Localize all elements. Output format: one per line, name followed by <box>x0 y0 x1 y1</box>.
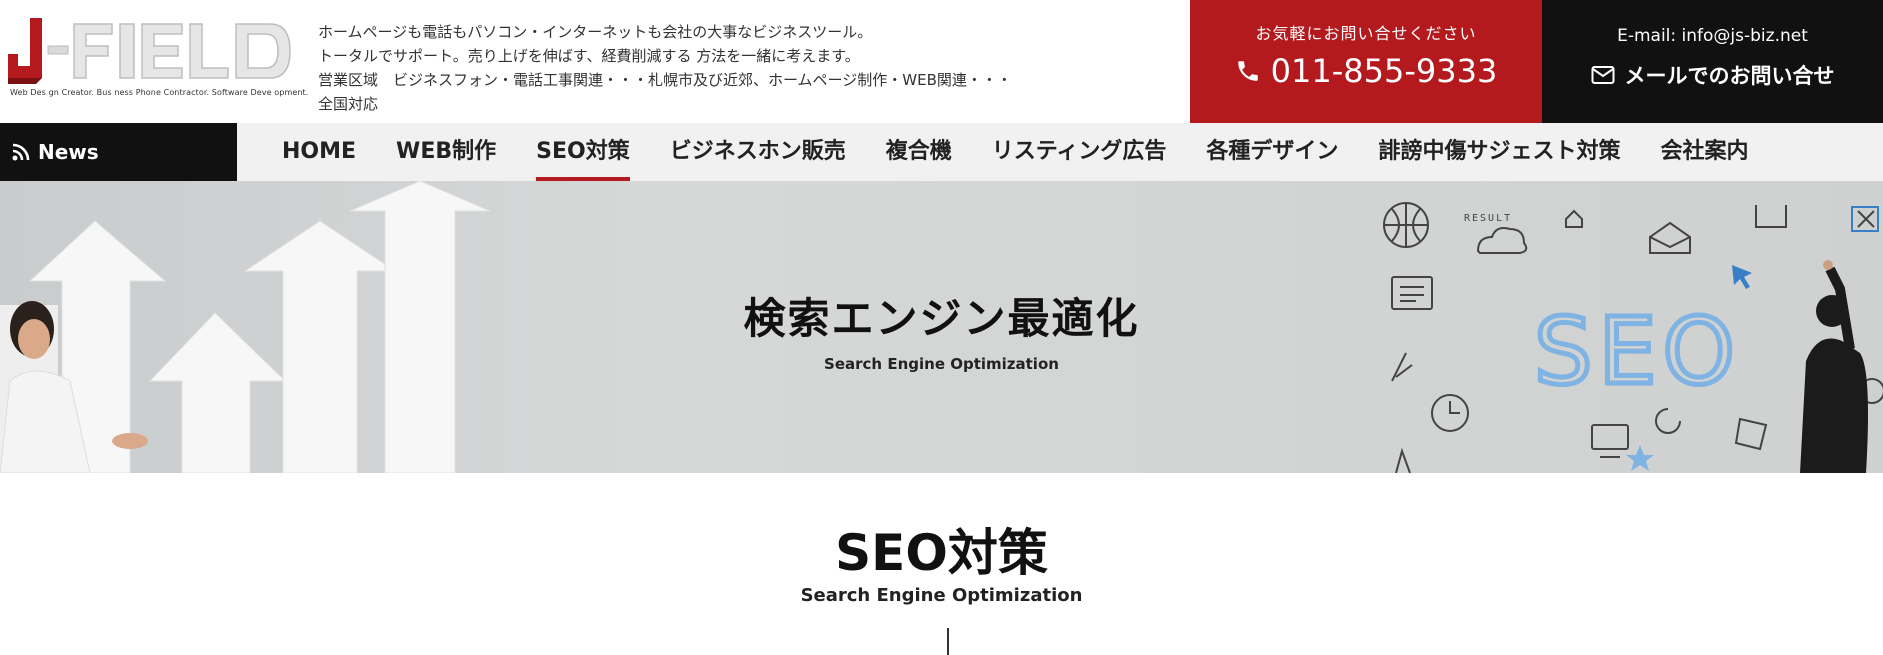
nav-item-seo[interactable]: SEO対策 <box>516 123 650 181</box>
intro-line: ホームページも電話もパソコン・インターネットも会社の大事なビジネスツール。 <box>318 23 873 41</box>
section-title: SEO対策 <box>835 524 1048 582</box>
hero-title: 検索エンジン最適化 <box>743 294 1140 343</box>
intro-line: 全国対応 <box>318 95 379 113</box>
nav-item-suggest[interactable]: 誹謗中傷サジェスト対策 <box>1358 123 1640 181</box>
phone-contact-box[interactable]: お気軽にお問い合せください 011-855-9333 <box>1190 0 1542 123</box>
nav-item-multifunction[interactable]: 複合機 <box>866 123 972 181</box>
envelope-icon <box>1591 66 1614 84</box>
site-header: Web Des gn Creator. Bus ness Phone Contr… <box>0 0 1883 123</box>
header-intro: ホームページも電話もパソコン・インターネットも会社の大事なビジネスツール。 トー… <box>318 20 1118 116</box>
global-nav: News HOME WEB制作 SEO対策 ビジネスホン販売 複合機 リスティン… <box>0 123 1883 181</box>
site-logo[interactable]: Web Des gn Creator. Bus ness Phone Contr… <box>8 18 308 104</box>
news-button[interactable]: News <box>0 123 237 181</box>
nav-item-web[interactable]: WEB制作 <box>376 123 516 181</box>
result-doodle-text: RESULT <box>1464 213 1512 224</box>
intro-line: 営業区域 ビジネスフォン・電話工事関連・・・札幌市及び近郊、ホームページ制作・W… <box>318 71 1012 89</box>
news-label: News <box>38 140 99 164</box>
nav-item-company[interactable]: 会社案内 <box>1640 123 1768 181</box>
rss-icon <box>12 143 30 161</box>
hero-banner: RESULT SEO 検索エンジン最適化 Search Engine Optim… <box>0 181 1883 473</box>
phone-lead-text: お気軽にお問い合せください <box>1255 24 1477 43</box>
nav-item-business-phone[interactable]: ビジネスホン販売 <box>650 123 866 181</box>
nav-item-home[interactable]: HOME <box>262 123 376 181</box>
arrow-shape <box>243 220 397 473</box>
nav-item-listing-ads[interactable]: リスティング広告 <box>972 123 1187 181</box>
main-menu: HOME WEB制作 SEO対策 ビジネスホン販売 複合機 リスティング広告 各… <box>262 123 1768 181</box>
email-contact-box[interactable]: E-mail: info@js-biz.net メールでのお問い合せ <box>1542 0 1883 123</box>
email-address[interactable]: E-mail: info@js-biz.net <box>1542 26 1883 46</box>
intro-line: トータルでサポート。売り上げを伸ばす、経費削減する 方法を一緒に考えます。 <box>318 47 860 65</box>
mail-button-label: メールでのお問い合せ <box>1624 64 1835 88</box>
phone-number: 011-855-9333 <box>1270 52 1498 90</box>
section-divider <box>947 628 949 655</box>
logo-tagline: Web Des gn Creator. Bus ness Phone Contr… <box>10 88 309 97</box>
mail-inquiry-button[interactable]: メールでのお問い合せ <box>1542 60 1883 90</box>
logo-mark <box>8 18 291 84</box>
phone-icon <box>1237 61 1258 81</box>
star-doodle <box>1626 445 1654 471</box>
nav-item-design[interactable]: 各種デザイン <box>1186 123 1358 181</box>
phone-number-link[interactable]: 011-855-9333 <box>1190 52 1542 90</box>
hero-subtitle: Search Engine Optimization <box>824 355 1059 373</box>
section-subtitle: Search Engine Optimization <box>800 585 1083 606</box>
